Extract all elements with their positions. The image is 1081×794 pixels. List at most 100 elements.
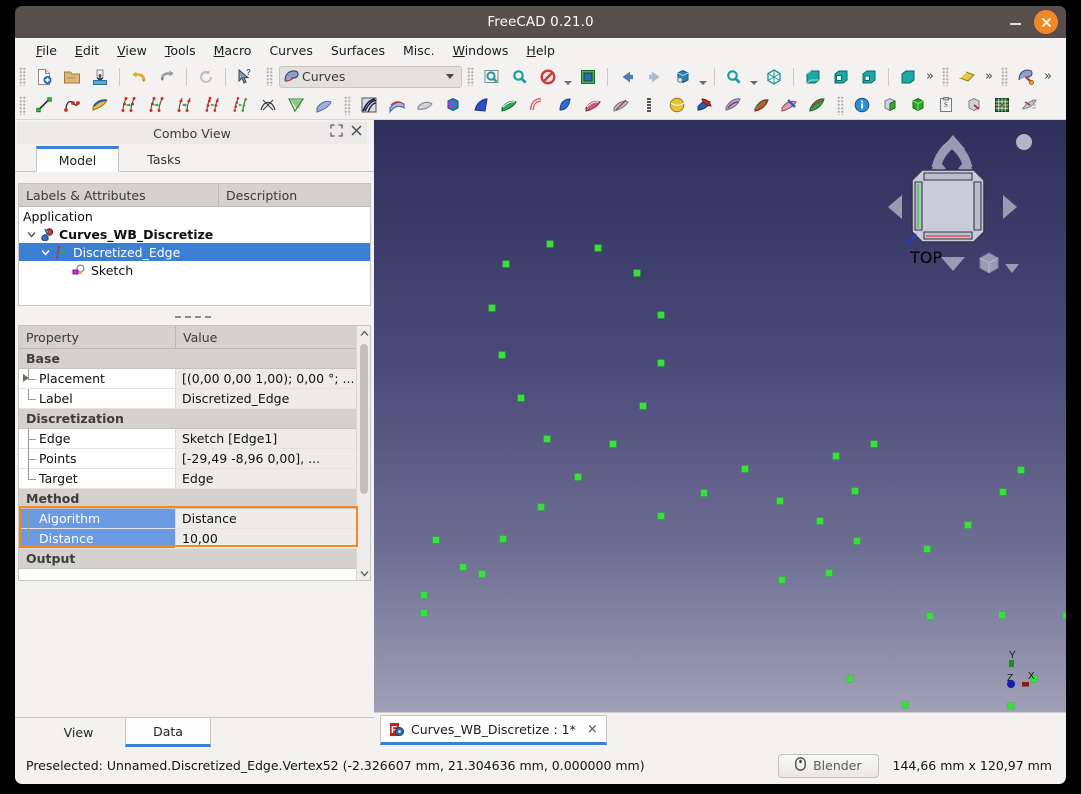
menu-misc[interactable]: Misc. — [394, 41, 444, 60]
tab-model[interactable]: Model — [36, 146, 119, 172]
open-document-button[interactable] — [59, 65, 85, 89]
property-value[interactable]: Edge — [176, 469, 370, 489]
arrow-up-icon[interactable] — [940, 134, 966, 150]
property-row-placement[interactable]: Placement [(0,00 0,00 1,00); 0,00 °; ... — [19, 368, 370, 389]
std-view-box-button[interactable] — [575, 65, 601, 89]
discretized-point[interactable] — [924, 546, 930, 552]
surface-button[interactable] — [412, 93, 438, 117]
property-value[interactable]: [-29,49 -8,96 0,00], ... — [176, 449, 370, 469]
approximate-button[interactable] — [283, 93, 309, 117]
close-icon[interactable] — [350, 124, 363, 137]
toolbar-overflow-button[interactable]: » — [922, 65, 938, 89]
bspline-button[interactable] — [59, 93, 85, 117]
info-button[interactable] — [849, 93, 875, 117]
discretized-point[interactable] — [777, 498, 783, 504]
extract-button[interactable] — [877, 93, 903, 117]
discretized-point[interactable] — [847, 676, 853, 682]
discretized-point[interactable] — [610, 441, 616, 447]
chevron-down-icon[interactable] — [25, 225, 38, 243]
pipeshell-button[interactable] — [524, 93, 550, 117]
tree-item-sketch[interactable]: Sketch — [19, 261, 370, 279]
tree-item-discretized-edge[interactable]: Discretized_Edge — [19, 243, 370, 261]
toolbar-grip[interactable] — [837, 95, 844, 115]
whats-this-button[interactable]: ? — [232, 65, 258, 89]
discretized-point[interactable] — [460, 564, 466, 570]
zoom-button[interactable] — [721, 65, 747, 89]
discretized-point[interactable] — [503, 261, 509, 267]
chevron-down-icon[interactable] — [39, 243, 52, 261]
discretized-point[interactable] — [575, 474, 581, 480]
mixed-curve-button[interactable] — [692, 93, 718, 117]
navigation-style-button[interactable]: Blender — [778, 753, 879, 778]
property-row-edge[interactable]: Edge Sketch [Edge1] — [19, 428, 370, 449]
tab-data[interactable]: Data — [125, 718, 211, 747]
property-value[interactable]: Sketch [Edge1] — [176, 429, 370, 449]
menu-help[interactable]: Help — [517, 41, 564, 60]
discretized-point[interactable] — [433, 537, 439, 543]
discretized-point[interactable] — [927, 613, 933, 619]
flatten-face-button[interactable] — [580, 93, 606, 117]
zoom-dropdown[interactable] — [748, 65, 760, 89]
scroll-down-icon[interactable] — [357, 566, 370, 580]
toolbar-overflow-button[interactable]: » — [981, 65, 997, 89]
close-button[interactable] — [1034, 10, 1058, 34]
discretized-point[interactable] — [701, 490, 707, 496]
sphere-button[interactable] — [664, 93, 690, 117]
discretized-point[interactable] — [658, 360, 664, 366]
toolbar-grip[interactable] — [266, 67, 273, 86]
discretize4-button[interactable] — [199, 93, 225, 117]
zebra-button[interactable] — [356, 93, 382, 117]
axonometric-button[interactable] — [761, 65, 787, 89]
segment-surface-button[interactable] — [608, 93, 634, 117]
discretized-point[interactable] — [421, 610, 427, 616]
toolbar-grip[interactable] — [19, 67, 26, 86]
rear-view-button[interactable] — [895, 65, 921, 89]
redo-button[interactable] — [154, 65, 180, 89]
hooks-button[interactable] — [961, 93, 987, 117]
sweep-button[interactable] — [468, 93, 494, 117]
workbench-selector[interactable]: Curves — [279, 65, 462, 88]
discretized-point[interactable] — [902, 702, 908, 708]
property-scrollbar[interactable] — [356, 326, 370, 580]
isometric-view-button[interactable] — [670, 65, 696, 89]
toolbar-grip[interactable] — [942, 67, 949, 86]
scroll-up-icon[interactable] — [357, 326, 370, 340]
solid-box-button[interactable] — [905, 93, 931, 117]
corner-cube-icon[interactable] — [976, 250, 1002, 276]
property-row-points[interactable]: Points [-29,49 -8,96 0,00], ... — [19, 448, 370, 469]
property-row-target[interactable]: Target Edge — [19, 468, 370, 489]
sheet-button[interactable]: S — [933, 93, 959, 117]
toolbar-overflow-button[interactable]: » — [1040, 65, 1056, 89]
discretized-point[interactable] — [742, 466, 748, 472]
discretized-point[interactable] — [965, 522, 971, 528]
discretized-point[interactable] — [634, 270, 640, 276]
menu-edit[interactable]: Edit — [66, 41, 108, 60]
multi-loft-button[interactable] — [636, 93, 662, 117]
grid-button[interactable] — [989, 93, 1015, 117]
menu-curves[interactable]: Curves — [260, 41, 321, 60]
navigation-cube-face-top[interactable]: TOP — [910, 168, 986, 267]
measure-button[interactable] — [954, 65, 980, 89]
discretized-point[interactable] — [499, 352, 505, 358]
save-document-button[interactable] — [87, 65, 113, 89]
property-value[interactable]: Distance — [176, 509, 370, 529]
parametric-comb-button[interactable] — [311, 93, 337, 117]
property-row-label[interactable]: Label Discretized_Edge — [19, 388, 370, 409]
property-value[interactable]: [(0,00 0,00 1,00); 0,00 °; ... — [176, 369, 370, 389]
toolbar-grip[interactable] — [19, 95, 26, 115]
front-view-button[interactable] — [800, 65, 826, 89]
refresh-button[interactable] — [193, 65, 219, 89]
view-back-button[interactable] — [614, 65, 640, 89]
toolbar-grip[interactable] — [1001, 67, 1008, 86]
discretized-point[interactable] — [871, 441, 877, 447]
discretized-point[interactable] — [658, 312, 664, 318]
discretized-point[interactable] — [658, 513, 664, 519]
menu-tools[interactable]: Tools — [156, 41, 205, 60]
discretized-point[interactable] — [547, 241, 553, 247]
arrow-left-icon[interactable] — [887, 194, 903, 220]
menu-view[interactable]: View — [108, 41, 156, 60]
discretized-point[interactable] — [833, 453, 839, 459]
discretized-point[interactable] — [544, 436, 550, 442]
minimize-button[interactable] — [1008, 14, 1024, 30]
right-view-button[interactable] — [856, 65, 882, 89]
